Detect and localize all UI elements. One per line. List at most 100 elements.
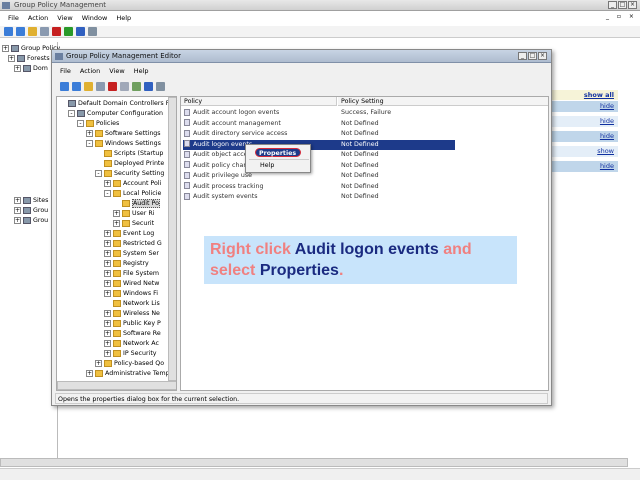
editor-tree-item[interactable]: + Event Log — [104, 229, 154, 239]
expand-toggle-icon[interactable]: + — [14, 206, 21, 214]
editor-tree-item[interactable]: + Public Key P — [104, 319, 161, 329]
editor-tree-item[interactable]: + File System — [104, 269, 159, 279]
forward-icon[interactable] — [16, 27, 25, 36]
context-menu-help[interactable]: Help — [260, 161, 274, 170]
help-icon[interactable] — [76, 27, 85, 36]
up-folder-icon[interactable] — [28, 27, 37, 36]
expand-icon[interactable]: + — [104, 279, 111, 287]
editor-tree-item[interactable]: Network Lis — [104, 299, 160, 309]
outer-hide-link[interactable]: hide — [600, 162, 614, 170]
editor-tree-hscroll[interactable] — [57, 381, 176, 390]
outer-mdi-controls[interactable]: _ ▫ × — [606, 13, 637, 20]
expand-toggle-icon[interactable]: + — [14, 64, 21, 72]
outer-tree-item[interactable]: + Forests — [8, 54, 50, 64]
editor-tree-item[interactable]: + Policy-based Qo — [95, 359, 164, 369]
policy-row[interactable]: Audit privilege use — [184, 171, 252, 181]
outer-menu-view[interactable]: View — [57, 13, 72, 23]
expand-icon[interactable]: + — [86, 129, 93, 137]
expand-icon[interactable]: + — [113, 209, 120, 217]
expand-icon[interactable]: + — [104, 319, 111, 327]
policy-row[interactable]: Audit process tracking — [184, 182, 263, 192]
expand-toggle-icon[interactable]: + — [14, 216, 21, 224]
outer-menu-action[interactable]: Action — [28, 13, 48, 23]
policy-row[interactable]: Audit directory service access — [184, 129, 287, 139]
editor-tree-item[interactable]: + System Ser — [104, 249, 159, 259]
policy-row[interactable]: Audit system events — [184, 192, 258, 202]
policy-row[interactable]: Audit account management — [184, 119, 281, 129]
outer-tree-item[interactable]: + Grou — [14, 216, 48, 226]
editor-up-icon[interactable] — [84, 81, 93, 91]
editor-console-icon[interactable] — [156, 81, 165, 91]
expand-icon[interactable]: + — [104, 249, 111, 257]
editor-tree-item[interactable]: - Computer Configuration — [68, 109, 163, 119]
editor-properties-icon[interactable] — [120, 81, 129, 91]
outer-hscrollbar[interactable] — [0, 458, 628, 467]
editor-tree-item[interactable]: + Wired Netw — [104, 279, 159, 289]
editor-menu-action[interactable]: Action — [80, 66, 100, 76]
policy-row[interactable]: Audit policy chang — [184, 161, 251, 171]
policy-column-header[interactable]: Policy — [181, 97, 337, 106]
outer-menu-window[interactable]: Window — [82, 13, 108, 23]
expand-toggle-icon[interactable]: + — [2, 44, 9, 52]
editor-tree-item[interactable]: Default Domain Controllers Policy — [59, 99, 176, 109]
policy-row[interactable]: Audit object acce — [184, 150, 248, 160]
expand-toggle-icon[interactable]: + — [8, 54, 15, 62]
expand-icon[interactable]: + — [104, 349, 111, 357]
editor-menu-view[interactable]: View — [109, 66, 124, 76]
editor-tree-item[interactable]: + Securit — [113, 219, 154, 229]
editor-tree-item[interactable]: + Software Re — [104, 329, 161, 339]
editor-tree-item[interactable]: + Registry — [104, 259, 149, 269]
editor-tree-item[interactable]: - Windows Settings — [86, 139, 161, 149]
policy-setting-column-header[interactable]: Policy Setting — [338, 97, 548, 106]
editor-tree-item[interactable]: + Wireless Ne — [104, 309, 160, 319]
outer-tree-item[interactable]: + Dom — [14, 64, 48, 74]
outer-hide-link[interactable]: hide — [600, 102, 614, 110]
editor-tree-item[interactable]: Scripts (Startup — [95, 149, 163, 159]
editor-help-icon[interactable] — [144, 81, 153, 91]
outer-menu-help[interactable]: Help — [116, 13, 131, 23]
editor-tree-item[interactable]: + Network Ac — [104, 339, 159, 349]
editor-menu-help[interactable]: Help — [134, 66, 149, 76]
maximize-button[interactable]: □ — [618, 1, 627, 9]
expand-icon[interactable]: + — [104, 309, 111, 317]
editor-tree-item[interactable]: + Restricted G — [104, 239, 162, 249]
editor-minimize-button[interactable]: _ — [518, 52, 527, 60]
collapse-icon[interactable]: - — [86, 139, 93, 147]
editor-tree-item[interactable]: + Windows Fi — [104, 289, 158, 299]
expand-icon[interactable]: + — [104, 329, 111, 337]
expand-icon[interactable]: + — [104, 179, 111, 187]
policy-row[interactable]: Audit account logon events — [184, 108, 279, 118]
editor-tree-item[interactable]: - Security Setting — [95, 169, 164, 179]
outer-hide-link[interactable]: hide — [600, 117, 614, 125]
expand-icon[interactable]: + — [86, 369, 93, 377]
show-tree-icon[interactable] — [40, 27, 49, 36]
expand-icon[interactable]: + — [104, 289, 111, 297]
editor-export-icon[interactable] — [132, 81, 141, 91]
editor-close-button[interactable]: × — [538, 52, 547, 60]
outer-hide-link[interactable]: hide — [600, 132, 614, 140]
editor-tree-item[interactable]: + Administrative Temp — [86, 369, 170, 379]
editor-delete-icon[interactable] — [108, 81, 117, 91]
expand-icon[interactable]: + — [104, 259, 111, 267]
expand-icon[interactable]: + — [104, 239, 111, 247]
editor-tree-item[interactable]: Audit Po — [113, 199, 160, 209]
expand-icon[interactable]: + — [104, 339, 111, 347]
outer-menu-file[interactable]: File — [8, 13, 19, 23]
console-icon[interactable] — [88, 27, 97, 36]
editor-tree-item[interactable]: - Policies — [77, 119, 119, 129]
editor-menu-file[interactable]: File — [60, 66, 71, 76]
outer-show-link[interactable]: show — [597, 147, 614, 155]
editor-tree-item[interactable]: + Software Settings — [86, 129, 161, 139]
outer-tree-item[interactable]: + Grou — [14, 206, 48, 216]
editor-tree-item[interactable]: + Account Poli — [104, 179, 161, 189]
expand-icon[interactable]: + — [104, 269, 111, 277]
outer-show-all-link[interactable]: show all — [584, 91, 614, 99]
editor-tree-item[interactable]: + IP Security — [104, 349, 157, 359]
refresh-icon[interactable] — [64, 27, 73, 36]
editor-back-icon[interactable] — [60, 81, 69, 91]
collapse-icon[interactable]: - — [77, 119, 84, 127]
editor-tree-icon[interactable] — [96, 81, 105, 91]
editor-tree-item[interactable]: + User Ri — [113, 209, 154, 219]
collapse-icon[interactable]: - — [95, 169, 102, 177]
back-icon[interactable] — [4, 27, 13, 36]
